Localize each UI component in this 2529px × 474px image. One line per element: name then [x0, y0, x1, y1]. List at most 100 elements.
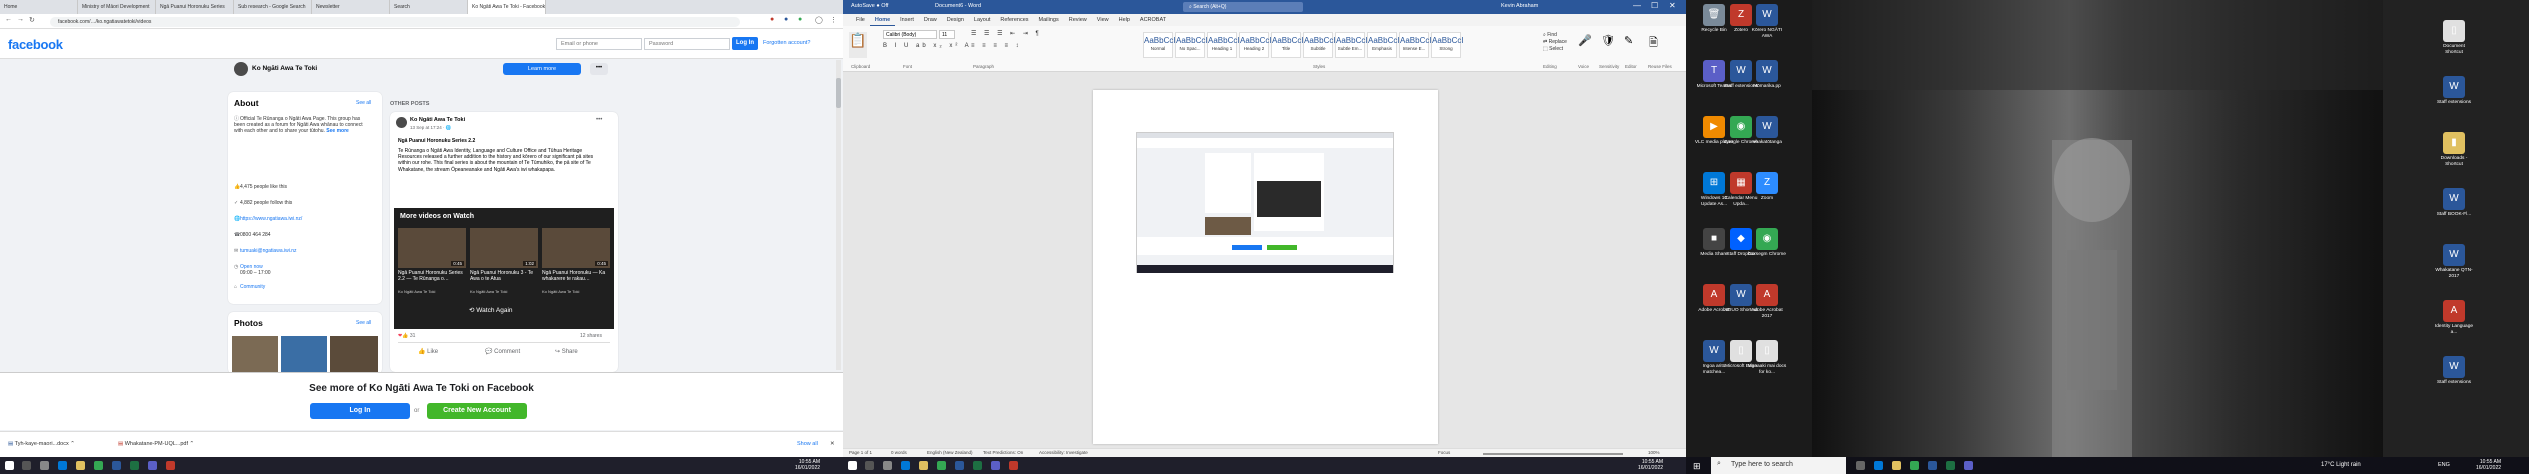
- post-author[interactable]: Ko Ngāti Awa Te Toki: [410, 117, 465, 123]
- folder-icon[interactable]: [76, 461, 85, 470]
- acrobat-icon[interactable]: [166, 461, 175, 470]
- ribbon-tab[interactable]: Layout: [969, 14, 996, 26]
- photo-thumb[interactable]: [330, 336, 378, 372]
- ribbon-tab[interactable]: Review: [1064, 14, 1092, 26]
- minimize-icon[interactable]: —: [1633, 1, 1641, 10]
- video-title[interactable]: Ngā Puanui Horonuku 3 - Te Awa o te Atua: [470, 270, 538, 282]
- style-button[interactable]: AaBbCcI Strong: [1431, 32, 1464, 58]
- photo-thumb[interactable]: [232, 336, 278, 372]
- browser-tab[interactable]: Sub research - Google Search: [234, 0, 312, 14]
- zoom-slider[interactable]: [1483, 453, 1623, 455]
- desktop-icon[interactable]: W Kōrero NGĀTI AWA: [1747, 4, 1787, 39]
- ribbon-tab[interactable]: View: [1092, 14, 1114, 26]
- sensitivity-icon[interactable]: 🛡: [1601, 34, 1615, 47]
- style-button[interactable]: AaBbCcI Subtle Em...: [1335, 32, 1368, 58]
- extension-icon[interactable]: ●: [784, 16, 788, 23]
- desktop-icon[interactable]: ▯ Document Shortcut: [2434, 20, 2474, 55]
- language-status[interactable]: English (New Zealand): [927, 450, 973, 455]
- ribbon-tab[interactable]: Insert: [895, 14, 919, 26]
- url-field[interactable]: facebook.com/…/ko.ngatiawatetoki/videos: [50, 17, 740, 27]
- style-button[interactable]: AaBbCcI Heading 1: [1207, 32, 1240, 58]
- weather-widget[interactable]: 17°C Light rain: [2321, 462, 2361, 468]
- facebook-logo[interactable]: facebook: [8, 37, 63, 52]
- video-title[interactable]: Ngā Puanui Horonuku Series 2.2 — Te Rūna…: [398, 270, 466, 282]
- text-predictions[interactable]: Text Predictions: On: [983, 450, 1023, 455]
- language-indicator[interactable]: ENG: [2438, 462, 2450, 468]
- watch-again-button[interactable]: ⟲ Watch Again: [469, 306, 513, 314]
- comment-button[interactable]: 💬 Comment: [485, 348, 520, 355]
- taskview-icon[interactable]: [40, 461, 49, 470]
- desktop-icon[interactable]: W Whakatane QTN-2017: [2434, 244, 2474, 279]
- paragraph-buttons[interactable]: ☰ ☰ ☰ ⇤ ⇥ ¶: [971, 30, 1042, 37]
- ribbon-tab[interactable]: File: [851, 14, 870, 26]
- chrome-icon[interactable]: [937, 461, 946, 470]
- search-icon[interactable]: [22, 461, 31, 470]
- windows-icon[interactable]: ⊞: [1693, 461, 1701, 472]
- document-page[interactable]: [1093, 90, 1438, 444]
- word-count[interactable]: 0 words: [891, 450, 907, 455]
- editor-icon[interactable]: ✎: [1624, 34, 1633, 47]
- see-more-link[interactable]: See more: [326, 128, 349, 134]
- share-button[interactable]: ↪ Share: [555, 348, 578, 355]
- teams-icon[interactable]: [1964, 461, 1973, 470]
- taskbar-clock[interactable]: 10:55 AM 16/01/2022: [795, 459, 820, 471]
- ribbon-tab[interactable]: Help: [1114, 14, 1135, 26]
- style-button[interactable]: AaBbCcI Heading 2: [1239, 32, 1272, 58]
- dictate-icon[interactable]: 🎤: [1578, 34, 1592, 47]
- edge-icon[interactable]: [58, 461, 67, 470]
- word-icon[interactable]: [1928, 461, 1937, 470]
- word-search-field[interactable]: ⌕ Search (Alt+Q): [1183, 2, 1303, 12]
- email-field[interactable]: Email or phone: [556, 38, 642, 50]
- ribbon-tab[interactable]: References: [995, 14, 1033, 26]
- taskview-icon[interactable]: [1856, 461, 1865, 470]
- post-time[interactable]: 13 Sep at 17:24 · 🌐: [410, 125, 451, 131]
- page-name[interactable]: Ko Ngāti Awa Te Toki: [252, 65, 317, 72]
- post-avatar[interactable]: [396, 117, 407, 128]
- extension-icon[interactable]: ●: [798, 16, 802, 23]
- taskview-icon[interactable]: [883, 461, 892, 470]
- teams-icon[interactable]: [148, 461, 157, 470]
- word-icon[interactable]: [112, 461, 121, 470]
- format-buttons[interactable]: B I U ab x₂ x² A: [883, 43, 972, 49]
- learn-more-button[interactable]: Learn more: [503, 63, 581, 75]
- back-icon[interactable]: ←: [5, 16, 12, 23]
- paste-icon[interactable]: 📋: [849, 32, 867, 58]
- page-count[interactable]: Page 1 of 1: [849, 450, 872, 455]
- reload-icon[interactable]: ↻: [29, 16, 35, 24]
- style-button[interactable]: AaBbCcI Normal: [1143, 32, 1176, 58]
- taskbar-search[interactable]: ⌕ Type here to search: [1711, 457, 1846, 474]
- excel-icon[interactable]: [1946, 461, 1955, 470]
- login-button[interactable]: Log In: [732, 37, 758, 50]
- more-button[interactable]: •••: [590, 63, 608, 75]
- style-button[interactable]: AaBbCcI Subtitle: [1303, 32, 1336, 58]
- style-button[interactable]: AaBbCcI No Spac...: [1175, 32, 1208, 58]
- excel-icon[interactable]: [130, 461, 139, 470]
- browser-tab[interactable]: Ko Ngāti Awa Te Toki - Facebook: [468, 0, 546, 14]
- pasted-screenshot[interactable]: [1136, 132, 1394, 273]
- scrollbar[interactable]: [836, 60, 841, 370]
- folder-icon[interactable]: [1892, 461, 1901, 470]
- chrome-icon[interactable]: [1910, 461, 1919, 470]
- post-options-icon[interactable]: •••: [596, 117, 602, 123]
- page-avatar[interactable]: [234, 62, 248, 76]
- align-buttons[interactable]: ≡ ≡ ≡ ≡ ↕: [971, 43, 1022, 49]
- browser-tab[interactable]: Ministry of Māori Development: [78, 0, 156, 14]
- autosave-label[interactable]: AutoSave ● Off: [851, 3, 888, 9]
- desktop-icon[interactable]: A Identity Language a...: [2434, 300, 2474, 335]
- password-field[interactable]: Password: [644, 38, 730, 50]
- search-icon[interactable]: [865, 461, 874, 470]
- menu-icon[interactable]: ⋮: [830, 16, 837, 24]
- video-thumbnail[interactable]: 0:45: [398, 228, 466, 268]
- desktop-icon[interactable]: ▯ Manaaki mai docs for ko...: [1747, 340, 1787, 375]
- video-title[interactable]: Ngā Puanui Horonuku — Ka whakarere te ra…: [542, 270, 610, 282]
- chrome-icon[interactable]: [94, 461, 103, 470]
- excel-icon[interactable]: [973, 461, 982, 470]
- desktop-icon[interactable]: A Adobe Acrobat 2017: [1747, 284, 1787, 319]
- forward-icon[interactable]: →: [17, 16, 24, 23]
- desktop-icon[interactable]: Z Zoom: [1747, 172, 1787, 202]
- ribbon-tab[interactable]: Home: [869, 14, 896, 26]
- like-button[interactable]: 👍 Like: [418, 348, 438, 355]
- windows-icon[interactable]: [5, 461, 14, 470]
- photos-see-all[interactable]: See all: [356, 320, 371, 326]
- close-icon[interactable]: ✕: [1669, 1, 1676, 10]
